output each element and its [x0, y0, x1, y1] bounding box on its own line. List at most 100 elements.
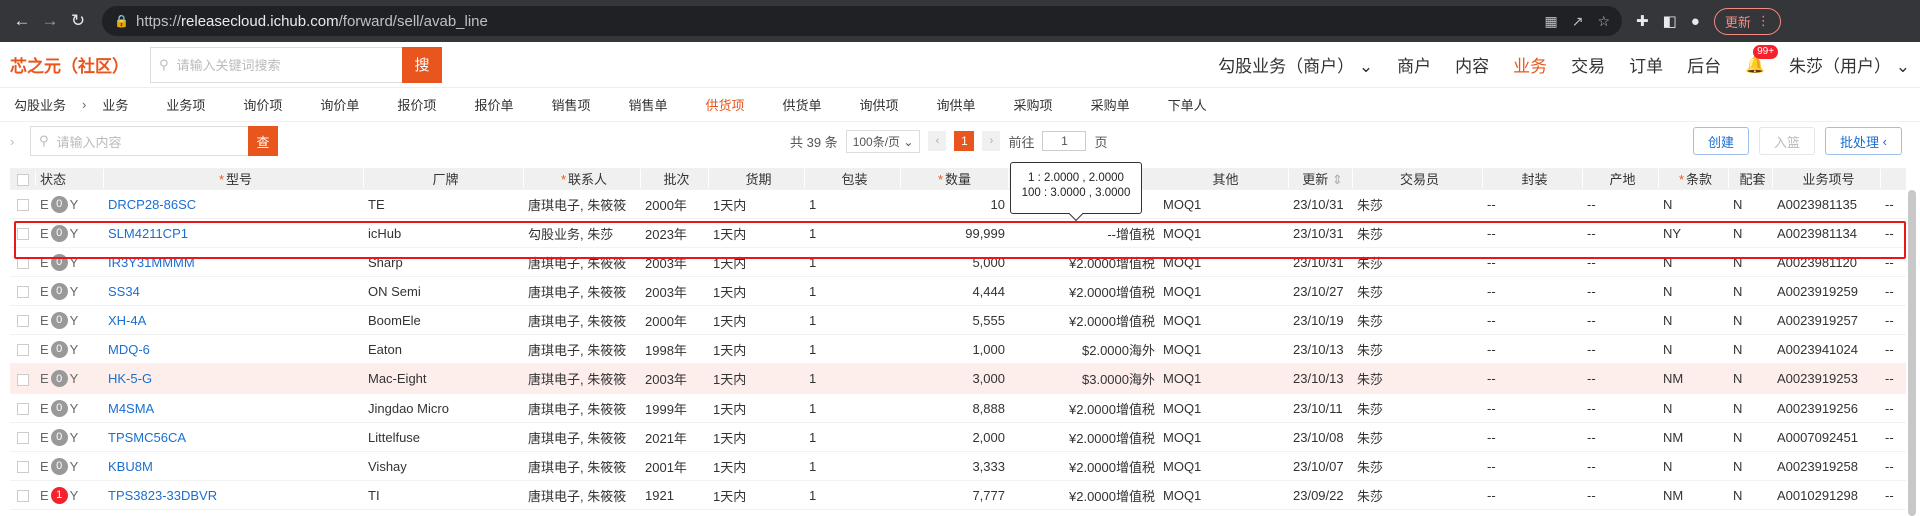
extensions-icon[interactable]: ✚: [1636, 12, 1649, 30]
row-model-link[interactable]: SLM4211CP1: [108, 226, 188, 241]
row-origin: --: [1587, 371, 1596, 386]
row-checkbox[interactable]: [17, 490, 29, 503]
add-to-basket-button[interactable]: 入篮: [1759, 127, 1816, 155]
row-checkbox[interactable]: [17, 403, 29, 416]
table-scrollbar[interactable]: [1908, 190, 1916, 516]
table-row[interactable]: E 1 Y TPS3823-33DBVR TI 唐琪电子, 朱筱筱 1921 1天内 1 7,77…: [10, 481, 1906, 510]
row-trader: 朱莎: [1357, 226, 1384, 242]
subnav-purchase-order[interactable]: 采购单: [1091, 95, 1130, 114]
forward-icon[interactable]: →: [36, 7, 64, 35]
table-row[interactable]: E 0 Y KBU8M Vishay 唐琪电子, 朱筱筱 2001年 1天内 1 3,333 ¥2.…: [10, 452, 1906, 481]
table-row[interactable]: E 0 Y M4SMA Jingdao Micro 唐琪电子, 朱筱筱 1999年 1天内 1 8…: [10, 394, 1906, 423]
nav-content[interactable]: 内容: [1455, 52, 1489, 77]
subnav-inq-supply-item[interactable]: 询供项: [860, 95, 899, 114]
row-model-link[interactable]: MDQ-6: [108, 342, 150, 357]
row-quantity: 5,555: [972, 312, 1005, 328]
row-package: 1: [809, 429, 817, 445]
next-page-icon[interactable]: ›: [982, 131, 1001, 151]
user-menu[interactable]: 朱莎（用户） ⌄: [1789, 52, 1910, 77]
translate-icon[interactable]: ▦: [1544, 13, 1557, 30]
row-model-link[interactable]: KBU8M: [108, 459, 153, 474]
subnav-sales-order[interactable]: 销售单: [628, 95, 667, 114]
subnav-quote-order[interactable]: 报价单: [474, 95, 513, 114]
subnav-inquiry-order[interactable]: 询价单: [320, 95, 359, 114]
row-checkbox[interactable]: [17, 344, 29, 357]
row-lead-time: 1天内: [713, 342, 747, 358]
row-contact: 唐琪电子, 朱筱筱: [528, 401, 627, 417]
subnav-supply-item[interactable]: 供货项: [705, 95, 744, 114]
row-encapsulation: --: [1487, 371, 1496, 386]
address-bar[interactable]: 🔒 https://releasecloud.ichub.com/forward…: [102, 6, 1622, 36]
row-model-link[interactable]: TPSMC56CA: [108, 430, 186, 445]
row-checkbox[interactable]: [17, 228, 29, 241]
table-row[interactable]: E 0 Y SS34 ON Semi 唐琪电子, 朱筱筱 2003年 1天内 1 4,444 ¥2.…: [10, 277, 1906, 306]
table-row[interactable]: E 0 Y HK-5-G Mac-Eight 唐琪电子, 朱筱筱 2003年 1天内 1 3,00…: [10, 364, 1906, 394]
row-checkbox[interactable]: [17, 199, 29, 212]
nav-business[interactable]: 业务: [1513, 52, 1547, 77]
subnav-supply-order[interactable]: 供货单: [783, 95, 822, 114]
subnav-purchase-item[interactable]: 采购项: [1014, 95, 1053, 114]
row-encapsulation: --: [1487, 312, 1496, 328]
goto-page-input[interactable]: 1: [1042, 131, 1087, 151]
bell-icon[interactable]: 🔔 99+: [1745, 44, 1779, 75]
nav-gougu-business[interactable]: 勾股业务（商户） ⌄: [1218, 52, 1373, 77]
row-model-link[interactable]: HK-5-G: [108, 371, 152, 386]
reload-icon[interactable]: ↻: [64, 7, 92, 35]
col-model[interactable]: * 型号: [104, 169, 364, 188]
sidepanel-icon[interactable]: ◧: [1663, 12, 1677, 30]
pagination: 共 39 条 100条/页 ⌄ ‹ 1 › 前往 1 页: [790, 129, 1107, 153]
subnav-sales-item[interactable]: 销售项: [551, 95, 590, 114]
create-button[interactable]: 创建: [1692, 127, 1749, 155]
site-search-button[interactable]: 搜: [402, 46, 442, 83]
expand-arrow-icon[interactable]: ›: [10, 134, 24, 149]
table-row[interactable]: E 0 Y MDQ-6 Eaton 唐琪电子, 朱筱筱 1998年 1天内 1 1,000 $2.0…: [10, 335, 1906, 364]
update-button[interactable]: 更新 ⋮: [1713, 7, 1781, 35]
row-model-link[interactable]: DRCP28-86SC: [108, 197, 196, 212]
subnav-gougu[interactable]: 勾股业务: [14, 95, 66, 114]
share-icon[interactable]: ↗: [1572, 13, 1584, 30]
row-checkbox[interactable]: [17, 315, 29, 328]
row-model-link[interactable]: IR3Y31MMMM: [108, 255, 195, 270]
current-page[interactable]: 1: [954, 131, 975, 151]
site-logo[interactable]: 芯之元（社区）: [10, 52, 150, 77]
bookmark-star-icon[interactable]: ☆: [1597, 13, 1610, 30]
prev-page-icon[interactable]: ‹: [928, 131, 947, 151]
subnav-orderer[interactable]: 下单人: [1168, 95, 1207, 114]
row-model-link[interactable]: XH-4A: [108, 313, 146, 328]
col-updated[interactable]: 更新 ⇕: [1289, 169, 1353, 188]
row-checkbox[interactable]: [17, 432, 29, 445]
row-updated: 23/10/31: [1293, 196, 1344, 212]
search-icon: ⚲: [159, 56, 169, 72]
list-search-button[interactable]: 查: [248, 126, 278, 156]
list-search-input[interactable]: ⚲ 请输入内容: [30, 126, 248, 156]
nav-admin[interactable]: 后台: [1687, 52, 1721, 77]
site-search-input[interactable]: ⚲ 请输入关键词搜索: [150, 46, 402, 83]
nav-trade[interactable]: 交易: [1571, 52, 1605, 77]
subnav-inquiry-item[interactable]: 询价项: [243, 95, 282, 114]
subnav-business[interactable]: 业务: [102, 95, 128, 114]
back-icon[interactable]: ←: [8, 7, 36, 35]
table-row[interactable]: E 0 Y IR3Y31MMMM Sharp 唐琪电子, 朱筱筱 2003年 1天内 1 5,00…: [10, 248, 1906, 277]
table-row[interactable]: E 0 Y TPSMC56CA Littelfuse 唐琪电子, 朱筱筱 2021年 1天内 1…: [10, 423, 1906, 452]
row-checkbox[interactable]: [17, 461, 29, 474]
nav-orders[interactable]: 订单: [1629, 52, 1663, 77]
page-size-select[interactable]: 100条/页 ⌄: [845, 129, 921, 153]
select-all-checkbox[interactable]: [16, 173, 29, 186]
row-checkbox[interactable]: [17, 286, 29, 299]
row-checkbox[interactable]: [17, 257, 29, 270]
subnav-quote-item[interactable]: 报价项: [397, 95, 436, 114]
nav-merchant[interactable]: 商户: [1397, 52, 1431, 77]
table-row[interactable]: E 0 Y SLM4211CP1 icHub 勾股业务, 朱莎 2023年 1天内 1 99,99…: [10, 219, 1906, 248]
batch-process-button[interactable]: 批处理 ‹: [1825, 127, 1902, 155]
subnav-inq-supply-order[interactable]: 询供单: [937, 95, 976, 114]
tooltip-line-1: 1 : 2.0000 , 2.0000: [1028, 172, 1124, 184]
table-row[interactable]: E 0 Y XH-4A BoomEle 唐琪电子, 朱筱筱 2000年 1天内 1 5,555 ¥2…: [10, 306, 1906, 335]
row-checkbox[interactable]: [17, 373, 29, 386]
row-model-link[interactable]: SS34: [108, 284, 140, 299]
row-model-link[interactable]: M4SMA: [108, 401, 154, 416]
row-contact: 勾股业务, 朱莎: [528, 226, 614, 242]
table-row[interactable]: E 0 Y DRCP28-86SC TE 唐琪电子, 朱筱筱 2000年 1天内 1 10 MOQ1…: [10, 190, 1906, 219]
profile-icon[interactable]: ●: [1691, 13, 1700, 30]
subnav-business-item[interactable]: 业务项: [166, 95, 205, 114]
row-model-link[interactable]: TPS3823-33DBVR: [108, 488, 217, 503]
